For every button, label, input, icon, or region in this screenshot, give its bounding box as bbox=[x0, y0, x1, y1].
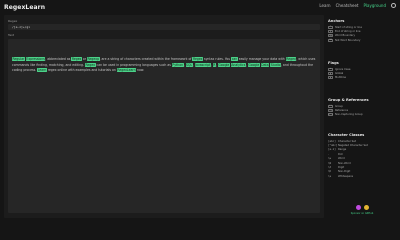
text-segment: , are a string of characters created wit… bbox=[99, 57, 193, 61]
pattern-icon: $ bbox=[328, 30, 333, 34]
regex-match: Regex bbox=[192, 57, 203, 61]
item-label: Non-Word bbox=[338, 161, 351, 165]
logo-main: RegexLearn bbox=[4, 3, 46, 11]
cheatsheet-sidebar: Anchors ^ Start of string or line $ End of … bbox=[328, 15, 396, 218]
pattern-code: \w bbox=[328, 157, 332, 161]
regex-match: Regular bbox=[12, 57, 25, 61]
regex-match: Google bbox=[247, 62, 260, 67]
cheatsheet-item[interactable]: \B Not Word Boundary bbox=[328, 38, 396, 42]
item-label: Dot bbox=[338, 152, 343, 156]
item-label: Non-Capturing Group bbox=[335, 113, 363, 117]
pattern-icon: () bbox=[328, 104, 333, 108]
pattern-code: \s bbox=[328, 174, 332, 178]
pattern-icon: i bbox=[328, 67, 333, 71]
item-label: Range bbox=[338, 148, 347, 152]
item-label: Digit bbox=[338, 166, 345, 170]
editor-panel: Regex /[a-z]+/gi Text Regular Expression… bbox=[4, 15, 324, 218]
item-label: Word bbox=[338, 157, 345, 161]
cheatsheet-item[interactable]: \s Whitespace bbox=[328, 174, 396, 178]
item-label: Not Word Boundary bbox=[335, 38, 361, 42]
nav-learn[interactable]: Learn bbox=[319, 3, 330, 8]
text-label: Text bbox=[8, 33, 15, 37]
item-label: End of string or line bbox=[335, 30, 361, 34]
regex-match: RegexLearn bbox=[116, 68, 137, 73]
item-label: Non-Digit bbox=[338, 170, 351, 174]
text-segment: easily manage your data with bbox=[237, 57, 286, 61]
text-segment: , abbreviated as bbox=[45, 57, 72, 61]
footer-text[interactable]: Sponsor on GitHub bbox=[351, 212, 374, 215]
regex-match: Google bbox=[217, 62, 230, 67]
item-label: Reference bbox=[335, 109, 349, 113]
regex-match: Regex bbox=[84, 62, 96, 67]
pattern-code: [^abc] bbox=[328, 144, 338, 148]
pattern-icon: \1 bbox=[328, 109, 333, 113]
item-label: Negated Character Set bbox=[338, 144, 368, 148]
pattern-code: \D bbox=[328, 170, 332, 174]
item-label: Start of string or line bbox=[335, 25, 362, 29]
regex-match: Python bbox=[171, 62, 184, 67]
flags-title: Flags bbox=[328, 61, 339, 65]
top-nav: Learn Cheatsheet Playground bbox=[319, 3, 396, 8]
regex-match: Regex bbox=[71, 57, 82, 61]
pattern-icon: (?:) bbox=[328, 113, 333, 117]
classes-section: Character Classes [abc] Character Set [^ab… bbox=[328, 133, 396, 179]
pattern-icon: \B bbox=[328, 38, 333, 42]
pattern-icon: \b bbox=[328, 34, 333, 38]
text-segment: now. bbox=[136, 68, 145, 73]
regex-match: Expressions bbox=[25, 57, 46, 61]
pattern-code: [a-z] bbox=[328, 148, 336, 152]
logo[interactable]: RegexLearn bbox=[4, 4, 45, 11]
text-segment: regex online with examples and tutorials… bbox=[46, 68, 117, 73]
pattern-icon: g bbox=[328, 72, 333, 76]
regex-match: Regex bbox=[285, 57, 297, 61]
nav-playground[interactable]: Playground bbox=[364, 3, 387, 8]
pattern-code: \d bbox=[328, 166, 332, 170]
theme-dots bbox=[355, 205, 369, 210]
text-input[interactable]: Regular Expressions, abbreviated as Rege… bbox=[8, 39, 320, 213]
groups-section: Group & References () Group \1 Reference (?:… bbox=[328, 98, 396, 117]
regex-match: Regexp bbox=[87, 57, 100, 61]
github-icon[interactable] bbox=[391, 3, 396, 8]
cheatsheet-item[interactable]: m Multiline bbox=[328, 76, 396, 80]
item-label: Word Boundary bbox=[335, 34, 355, 38]
top-bar: RegexLearn Learn Cheatsheet Playground bbox=[0, 0, 400, 14]
pattern-code: . bbox=[328, 152, 330, 156]
regex-match: Javascript bbox=[194, 62, 211, 67]
regex-match: SQL bbox=[185, 62, 193, 67]
anchors-title: Anchors bbox=[328, 19, 345, 23]
flags-section: Flags i Ignore Case g Global m Multiline bbox=[328, 61, 396, 80]
item-label: Whitespace bbox=[338, 174, 354, 178]
pattern-code: [abc] bbox=[328, 139, 336, 143]
text-segment: syntax rules. You bbox=[203, 57, 232, 61]
regex-match: Studio bbox=[270, 62, 281, 67]
pattern-icon: m bbox=[328, 76, 333, 80]
anchors-section: Anchors ^ Start of string or line $ End of … bbox=[328, 19, 396, 43]
cheatsheet-item[interactable]: (?:) Non-Capturing Group bbox=[328, 113, 396, 117]
sponsor-avatar[interactable] bbox=[363, 205, 369, 210]
pattern-icon: ^ bbox=[328, 25, 333, 29]
groups-title: Group & References bbox=[328, 98, 369, 102]
nav-cheatsheet[interactable]: Cheatsheet bbox=[336, 3, 359, 8]
item-label: Group bbox=[335, 104, 343, 108]
regex-match: Analytics bbox=[230, 62, 246, 67]
sponsor-avatar[interactable] bbox=[355, 205, 361, 210]
item-label: Global bbox=[335, 72, 344, 76]
regex-label: Regex bbox=[8, 19, 18, 23]
text-segment: can be used in programming languages suc… bbox=[95, 62, 172, 67]
pattern-code: \W bbox=[328, 161, 332, 165]
item-label: Character Set bbox=[338, 139, 356, 143]
regex-match: Learn bbox=[37, 68, 47, 73]
item-label: Multiline bbox=[335, 76, 347, 80]
regex-match: Data bbox=[260, 62, 270, 67]
regex-input[interactable]: /[a-z]+/gi bbox=[8, 24, 320, 30]
item-label: Ignore Case bbox=[335, 67, 351, 71]
classes-title: Character Classes bbox=[328, 133, 365, 137]
footer: Sponsor on GitHub bbox=[331, 205, 393, 215]
